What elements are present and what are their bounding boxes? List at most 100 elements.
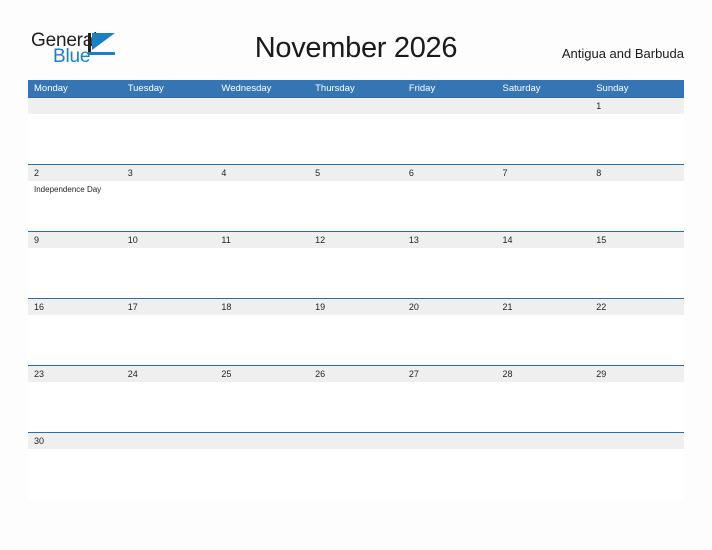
day-cell[interactable] xyxy=(309,449,403,499)
weekday-header-monday: Monday xyxy=(34,83,68,94)
weekday-header-saturday: Saturday xyxy=(502,83,541,94)
day-cell[interactable] xyxy=(497,114,591,164)
day-cell[interactable] xyxy=(122,449,216,499)
day-number[interactable]: 24 xyxy=(122,366,216,382)
day-number[interactable]: 12 xyxy=(309,232,403,248)
day-number[interactable] xyxy=(215,98,309,114)
day-number[interactable] xyxy=(403,433,497,449)
day-number[interactable]: 8 xyxy=(590,165,684,181)
day-number[interactable]: 16 xyxy=(28,299,122,315)
day-cell[interactable] xyxy=(497,315,591,365)
day-number[interactable] xyxy=(309,433,403,449)
day-number[interactable] xyxy=(122,433,216,449)
calendar-week-row: 30 xyxy=(28,432,684,499)
day-number[interactable]: 26 xyxy=(309,366,403,382)
day-number[interactable]: 28 xyxy=(497,366,591,382)
day-number[interactable]: 18 xyxy=(215,299,309,315)
day-number[interactable]: 29 xyxy=(590,366,684,382)
day-number[interactable]: 19 xyxy=(309,299,403,315)
day-cell[interactable] xyxy=(403,114,497,164)
day-cell[interactable] xyxy=(309,248,403,298)
day-cell[interactable] xyxy=(590,114,684,164)
day-number[interactable] xyxy=(403,98,497,114)
day-cell[interactable] xyxy=(590,181,684,231)
day-number[interactable]: 20 xyxy=(403,299,497,315)
day-cell[interactable] xyxy=(497,382,591,432)
day-number[interactable]: 1 xyxy=(590,98,684,114)
day-event-band xyxy=(28,248,684,298)
day-number[interactable]: 14 xyxy=(497,232,591,248)
day-number[interactable] xyxy=(309,98,403,114)
calendar-week-row: 1 xyxy=(28,97,684,164)
day-number[interactable]: 2 xyxy=(28,165,122,181)
day-event-text: Independence Day xyxy=(34,185,102,194)
day-cell[interactable] xyxy=(590,382,684,432)
day-number[interactable] xyxy=(122,98,216,114)
day-cell[interactable] xyxy=(309,315,403,365)
day-number[interactable] xyxy=(497,98,591,114)
day-cell[interactable] xyxy=(497,449,591,499)
day-cell[interactable] xyxy=(215,248,309,298)
day-event-band xyxy=(28,449,684,499)
day-number[interactable]: 15 xyxy=(590,232,684,248)
day-cell[interactable] xyxy=(122,181,216,231)
day-cell[interactable] xyxy=(28,114,122,164)
day-cell[interactable] xyxy=(215,114,309,164)
day-number[interactable]: 17 xyxy=(122,299,216,315)
day-number[interactable] xyxy=(28,98,122,114)
day-cell[interactable] xyxy=(28,315,122,365)
day-cell[interactable] xyxy=(403,315,497,365)
day-cell[interactable] xyxy=(403,248,497,298)
day-cell[interactable] xyxy=(590,315,684,365)
day-cell[interactable] xyxy=(309,181,403,231)
weekday-header-thursday: Thursday xyxy=(315,83,355,94)
day-cell[interactable] xyxy=(403,382,497,432)
day-cell[interactable] xyxy=(122,114,216,164)
day-number[interactable]: 23 xyxy=(28,366,122,382)
day-cell[interactable] xyxy=(497,181,591,231)
day-cell[interactable] xyxy=(215,315,309,365)
day-number[interactable]: 27 xyxy=(403,366,497,382)
day-cell[interactable] xyxy=(28,248,122,298)
day-number[interactable]: 13 xyxy=(403,232,497,248)
day-cell[interactable] xyxy=(215,449,309,499)
day-cell[interactable] xyxy=(28,449,122,499)
day-cell[interactable] xyxy=(403,449,497,499)
day-number[interactable]: 11 xyxy=(215,232,309,248)
day-number[interactable] xyxy=(497,433,591,449)
day-number[interactable]: 4 xyxy=(215,165,309,181)
day-cell[interactable] xyxy=(215,382,309,432)
day-cell[interactable] xyxy=(403,181,497,231)
day-cell[interactable] xyxy=(122,315,216,365)
day-number[interactable]: 3 xyxy=(122,165,216,181)
day-cell[interactable] xyxy=(497,248,591,298)
day-number[interactable]: 22 xyxy=(590,299,684,315)
day-cell[interactable]: Independence Day xyxy=(28,181,122,231)
day-number[interactable]: 30 xyxy=(28,433,122,449)
day-number[interactable]: 7 xyxy=(497,165,591,181)
calendar-week-row: 23 24 25 26 27 28 29 xyxy=(28,365,684,432)
day-number[interactable]: 6 xyxy=(403,165,497,181)
day-number-band: 23 24 25 26 27 28 29 xyxy=(28,366,684,382)
day-number[interactable]: 10 xyxy=(122,232,216,248)
day-cell[interactable] xyxy=(28,382,122,432)
day-cell[interactable] xyxy=(122,382,216,432)
day-cell[interactable] xyxy=(309,382,403,432)
weekday-header-friday: Friday xyxy=(408,83,436,94)
day-cell[interactable] xyxy=(122,248,216,298)
day-cell[interactable] xyxy=(215,181,309,231)
day-number[interactable]: 21 xyxy=(497,299,591,315)
day-cell[interactable] xyxy=(590,449,684,499)
day-number[interactable]: 9 xyxy=(28,232,122,248)
day-number[interactable]: 25 xyxy=(215,366,309,382)
day-event-band xyxy=(28,114,684,164)
day-number[interactable] xyxy=(590,433,684,449)
day-number-band: 2 3 4 5 6 7 8 xyxy=(28,165,684,181)
day-cell[interactable] xyxy=(309,114,403,164)
calendar-week-row: 9 10 11 12 13 14 15 xyxy=(28,231,684,298)
day-number[interactable] xyxy=(215,433,309,449)
day-cell[interactable] xyxy=(590,248,684,298)
day-event-band xyxy=(28,315,684,365)
weekday-header-tuesday: Tuesday xyxy=(127,83,164,94)
day-number[interactable]: 5 xyxy=(309,165,403,181)
